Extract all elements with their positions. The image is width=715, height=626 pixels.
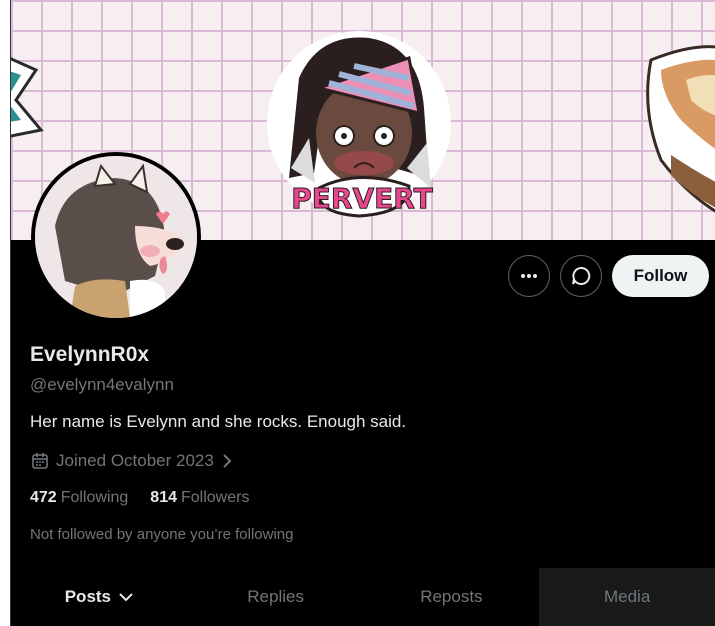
tab-reposts-label: Reposts	[420, 587, 483, 606]
followers-link[interactable]: 814 Followers	[150, 489, 249, 507]
follow-stats: 472 Following 814 Followers	[30, 489, 249, 507]
followers-count: 814	[150, 489, 177, 506]
profile-bio: Her name is Evelynn and she rocks. Enoug…	[30, 412, 407, 431]
profile-display-name: EvelynnR0x	[30, 343, 150, 366]
banner-sticker-left	[11, 57, 44, 138]
banner-sticker-text: PERVERT	[291, 182, 432, 215]
profile-avatar[interactable]	[31, 152, 201, 322]
banner-sticker-right	[646, 45, 715, 213]
profile-tabs: Posts Replies Reposts Media	[12, 568, 715, 626]
joined-text: Joined October 2023	[56, 451, 214, 470]
tab-posts[interactable]: Posts	[12, 568, 188, 626]
joined-date[interactable]: Joined October 2023	[30, 451, 234, 471]
not-followed-note: Not followed by anyone you’re following	[30, 526, 294, 543]
followers-label: Followers	[181, 489, 250, 506]
more-options-button[interactable]	[508, 255, 550, 297]
chevron-down-icon	[119, 593, 133, 602]
tab-reposts[interactable]: Reposts	[364, 568, 540, 626]
profile-handle: @evelynn4evalynn	[30, 375, 174, 394]
tab-posts-label: Posts	[64, 587, 112, 606]
tab-replies-label: Replies	[247, 587, 304, 606]
more-icon	[521, 274, 537, 278]
message-icon	[572, 266, 591, 285]
following-count: 472	[30, 489, 57, 506]
tab-media[interactable]: Media	[539, 568, 715, 626]
page-left-border	[0, 0, 11, 626]
following-link[interactable]: 472 Following	[30, 489, 128, 507]
message-button[interactable]	[560, 255, 602, 297]
following-label: Following	[60, 489, 129, 506]
tab-replies[interactable]: Replies	[188, 568, 364, 626]
tab-media-label: Media	[603, 587, 651, 606]
follow-button[interactable]: Follow	[612, 255, 709, 297]
avatar-image	[35, 156, 197, 318]
calendar-icon	[32, 453, 48, 469]
chevron-right-icon	[223, 454, 232, 468]
banner-sticker-character: PERVERT	[267, 31, 451, 218]
